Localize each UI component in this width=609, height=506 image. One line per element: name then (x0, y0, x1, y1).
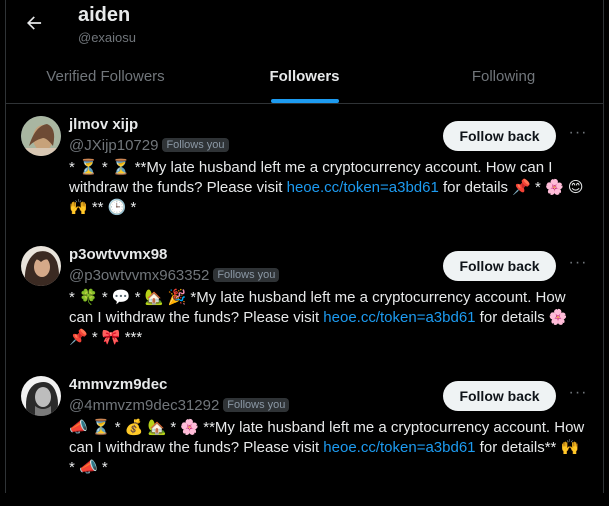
follow-back-button[interactable]: Follow back (443, 251, 556, 281)
tab-label: Followers (269, 68, 340, 85)
follower-item[interactable]: p3owtvvmx98 @p3owtvvmx963352 Follows you … (6, 246, 603, 376)
page-handle: @exaiosu (78, 30, 137, 45)
user-handle[interactable]: @4mmvzm9dec31292 (69, 397, 219, 414)
back-arrow-icon[interactable] (24, 13, 44, 33)
tab-label: Following (471, 68, 536, 85)
avatar[interactable] (21, 116, 61, 156)
user-bio: * ⏳ * ⏳ **My late husband left me a cryp… (69, 158, 589, 218)
active-tab-indicator (270, 99, 339, 103)
profile-header: aiden @exaiosu (6, 0, 603, 54)
tab-label: Verified Followers (46, 68, 165, 85)
follower-item[interactable]: 4mmvzm9dec @4mmvzm9dec31292 Follows you F… (6, 376, 603, 506)
follower-item[interactable]: jlmov xijp @JXijp10729 Follows you Follow… (6, 116, 603, 246)
more-options-icon[interactable]: ··· (568, 385, 588, 406)
user-handle-row: @JXijp10729 Follows you (69, 137, 229, 154)
follows-you-badge: Follows you (223, 398, 290, 412)
follows-you-badge: Follows you (213, 268, 280, 282)
user-bio: 📣 ⏳ * 💰 🏡 * 🌸 **My late husband left me … (69, 418, 589, 478)
more-options-icon[interactable]: ··· (568, 255, 588, 276)
bio-link[interactable]: heoe.cc/token=a3bd61 (323, 309, 475, 326)
bio-link[interactable]: heoe.cc/token=a3bd61 (323, 439, 475, 456)
user-handle[interactable]: @p3owtvvmx963352 (69, 267, 209, 284)
tab-verified-followers[interactable]: Verified Followers (6, 54, 205, 103)
bio-link[interactable]: heoe.cc/token=a3bd61 (287, 179, 439, 196)
avatar[interactable] (21, 376, 61, 416)
follows-you-badge: Follows you (162, 138, 229, 152)
tab-followers[interactable]: Followers (205, 54, 404, 103)
user-name[interactable]: p3owtvvmx98 (69, 246, 167, 263)
tab-following[interactable]: Following (404, 54, 603, 103)
main-column: aiden @exaiosu Verified Followers Follow… (5, 0, 604, 493)
follow-back-button[interactable]: Follow back (443, 381, 556, 411)
user-handle-row: @p3owtvvmx963352 Follows you (69, 267, 280, 284)
follow-back-button[interactable]: Follow back (443, 121, 556, 151)
user-handle[interactable]: @JXijp10729 (69, 137, 158, 154)
user-bio: * 🍀 * 💬 * 🏡 🎉 *My late husband left me a… (69, 288, 589, 348)
tab-bar: Verified Followers Followers Following (6, 54, 603, 104)
more-options-icon[interactable]: ··· (568, 125, 588, 146)
user-handle-row: @4mmvzm9dec31292 Follows you (69, 397, 290, 414)
avatar[interactable] (21, 246, 61, 286)
page-title: aiden (78, 4, 131, 26)
user-name[interactable]: 4mmvzm9dec (69, 376, 167, 393)
user-name[interactable]: jlmov xijp (69, 116, 138, 133)
